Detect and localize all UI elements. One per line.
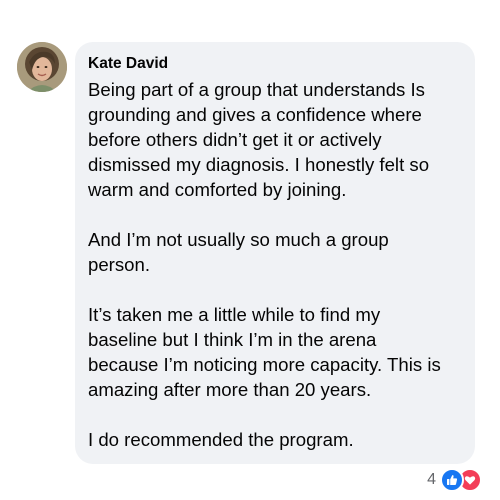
- heart-icon: [464, 476, 476, 485]
- comment-bubble: Kate David Being part of a group that un…: [75, 42, 475, 464]
- comment-line: baseline but I think I’m in the arena: [88, 329, 377, 350]
- comment-line: dismissed my diagnosis. I honestly felt …: [88, 154, 430, 175]
- comment-line: warm and comforted by joining.: [88, 179, 347, 200]
- comment-paragraph: I do recommended the program.: [88, 427, 461, 452]
- reaction-summary[interactable]: 4: [427, 468, 482, 492]
- thumbs-up-icon: [447, 475, 458, 485]
- comment-paragraph: Being part of a group that understands I…: [88, 77, 461, 202]
- like-icon[interactable]: [440, 468, 464, 492]
- comment-line: It’s taken me a little while to find my: [88, 304, 381, 325]
- comment-paragraph: And I’m not usually so much a group pers…: [88, 227, 461, 277]
- comment-author[interactable]: Kate David: [88, 54, 461, 74]
- comment-line: I do recommended the program.: [88, 429, 354, 450]
- comment-line: amazing after more than 20 years.: [88, 379, 372, 400]
- avatar-photo: [17, 42, 67, 92]
- comment-line: before others didn’t get it or actively: [88, 129, 382, 150]
- comment-line: person.: [88, 254, 151, 275]
- comment-line: because I’m noticing more capacity. This…: [88, 354, 441, 375]
- comment-line: And I’m not usually so much a group: [88, 229, 389, 250]
- comment-line: grounding and gives a confidence where: [88, 104, 422, 125]
- comment-line: Being part of a group that understands I…: [88, 79, 425, 100]
- avatar[interactable]: [17, 42, 67, 92]
- reaction-count[interactable]: 4: [427, 468, 436, 492]
- comment-paragraph: It’s taken me a little while to find my …: [88, 302, 461, 402]
